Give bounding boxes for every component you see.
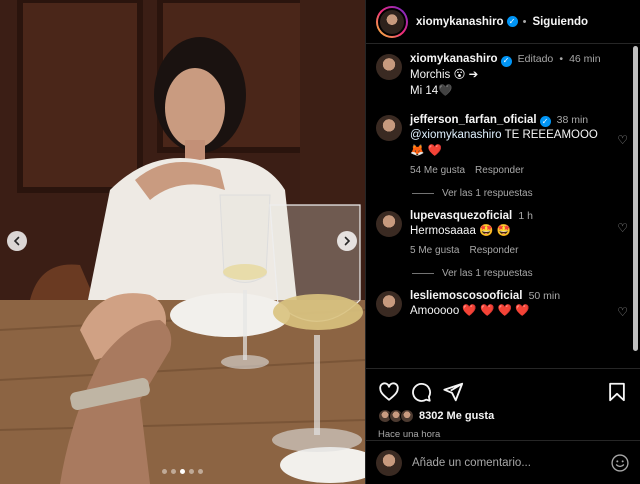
dinner-photo (0, 0, 365, 484)
instagram-post-modal: xiomykanashiro ✓ • Siguiendo xiomykanash… (0, 0, 640, 484)
post-header: xiomykanashiro ✓ • Siguiendo (366, 0, 640, 44)
author-avatar[interactable] (376, 5, 408, 38)
commenter-avatar[interactable] (376, 291, 402, 317)
post-side-panel: xiomykanashiro ✓ • Siguiendo xiomykanash… (365, 0, 640, 484)
reply-button[interactable]: Responder (475, 165, 524, 176)
comment-author[interactable]: lesliemoscosooficial (410, 290, 523, 302)
comment-input[interactable] (412, 456, 610, 469)
commenter-avatar[interactable] (376, 114, 402, 141)
post-action-bar (366, 369, 640, 405)
comments-list[interactable]: xiomykanashiro ✓ Editado • 46 min Morchis… (366, 44, 640, 369)
reply-button[interactable]: Responder (469, 245, 518, 256)
carousel-indicator (0, 469, 365, 474)
caption-line-2: Mi 14🖤 (410, 84, 453, 97)
meta-dot: • (559, 53, 564, 65)
edited-label: Editado (517, 53, 554, 65)
caption: xiomykanashiro ✓ Editado • 46 min Morchis… (366, 52, 640, 99)
previous-slide-button[interactable] (7, 231, 27, 251)
following-button[interactable]: Siguiendo (532, 16, 588, 28)
comment-item: jefferson_farfan_oficial ✓ 38 min @xiomyk… (366, 113, 640, 176)
likes-row: 8302 Me gusta (366, 405, 640, 423)
scrollbar-thumb[interactable] (633, 46, 638, 351)
carousel-dot (162, 469, 167, 474)
caption-author[interactable]: xiomykanashiro (410, 53, 498, 65)
posted-time[interactable]: Hace una hora (366, 423, 640, 440)
carousel-dot (189, 469, 194, 474)
liker-avatar (400, 409, 414, 423)
carousel-dot (198, 469, 203, 474)
comments-scrollbar[interactable] (633, 46, 638, 351)
comment-text: Amooooo ❤️ ❤️ ❤️ ❤️ (410, 305, 530, 317)
commenter-avatar[interactable] (376, 211, 402, 237)
view-replies-label: Ver las 1 respuestas (442, 268, 533, 279)
carousel-dot-active (180, 469, 185, 474)
header-separator: • (522, 15, 527, 28)
comment-heart-icon[interactable]: ♡ (617, 133, 628, 147)
carousel-dot (171, 469, 176, 474)
chevron-left-icon (13, 236, 20, 246)
comment-heart-icon[interactable]: ♡ (617, 221, 628, 235)
caption-line-1: Morchis 😮 ➔ (410, 68, 479, 81)
view-replies-button[interactable]: Ver las 1 respuestas (366, 268, 640, 279)
author-username[interactable]: xiomykanashiro (416, 16, 504, 28)
verified-icon: ✓ (506, 16, 518, 27)
view-replies-button[interactable]: Ver las 1 respuestas (366, 188, 640, 199)
comment-text: Hermosaaaa 🤩 🤩 (410, 225, 511, 237)
post-image[interactable] (0, 0, 365, 484)
heart-icon[interactable] (378, 381, 400, 403)
share-icon[interactable] (442, 381, 464, 403)
mention-link[interactable]: @xiomykanashiro (410, 129, 502, 141)
comment-author[interactable]: jefferson_farfan_oficial (410, 114, 537, 126)
add-comment-bar (366, 440, 640, 484)
comment-icon[interactable] (410, 381, 432, 403)
comment-heart-icon[interactable]: ♡ (617, 305, 628, 319)
comment-author[interactable]: lupevasquezoficial (410, 210, 512, 222)
verified-icon: ✓ (539, 116, 551, 127)
comment-item: lesliemoscosooficial 50 min Amooooo ❤️ ❤… (366, 289, 640, 319)
current-user-avatar (376, 449, 402, 476)
bookmark-icon[interactable] (606, 381, 628, 403)
comment-item: lupevasquezoficial 1 h Hermosaaaa 🤩 🤩 5 … (366, 209, 640, 256)
comment-time: 50 min (528, 290, 561, 302)
comment-like-count[interactable]: 54 Me gusta (410, 165, 465, 176)
comment-time: 1 h (518, 210, 533, 222)
comment-like-count[interactable]: 5 Me gusta (410, 245, 459, 256)
verified-icon: ✓ (500, 55, 512, 67)
like-count[interactable]: 8302 Me gusta (419, 410, 494, 422)
caption-time: 46 min (569, 53, 601, 65)
caption-avatar[interactable] (376, 54, 402, 80)
view-replies-label: Ver las 1 respuestas (442, 188, 533, 199)
comment-time: 38 min (556, 113, 589, 126)
next-slide-button[interactable] (337, 231, 357, 251)
smiley-icon[interactable] (610, 453, 630, 473)
chevron-right-icon (344, 236, 351, 246)
